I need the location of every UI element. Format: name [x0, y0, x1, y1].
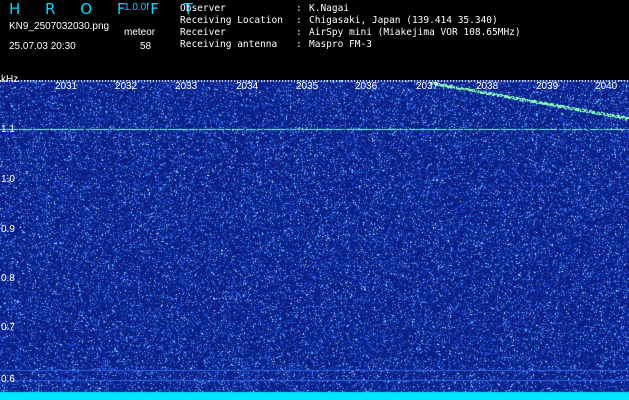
x-tick: 2039: [536, 81, 559, 92]
x-tick: 2036: [355, 81, 378, 92]
separator: :: [296, 15, 302, 26]
app-logo: H R O F F T: [9, 0, 203, 18]
x-tick: 2031: [55, 81, 78, 92]
x-tick: 2033: [175, 81, 198, 92]
y-tick: 1.1: [1, 124, 15, 135]
axis-unit-label: kHz: [1, 74, 19, 85]
receiver-row: Receiver : AirSpy mini (Miakejima VOR 10…: [180, 27, 521, 39]
receiver-label: Receiver: [180, 27, 226, 38]
observation-info: Observer : K.Nagai Receiving Location : …: [180, 3, 521, 51]
app-version: 1.0.0f: [124, 2, 150, 13]
location-row: Receiving Location : Chigasaki, Japan (1…: [180, 15, 521, 27]
file-name: KN9_2507032030.png: [9, 21, 110, 32]
observer-label: Observer: [180, 3, 226, 14]
x-tick: 2037: [416, 81, 439, 92]
y-tick: 0.8: [1, 273, 15, 284]
y-tick: 0.9: [1, 224, 15, 235]
separator: :: [296, 39, 302, 50]
meteor-count: 58: [140, 41, 152, 52]
y-tick: 0.6: [1, 374, 15, 385]
header: H R O F F T 1.0.0f KN9_2507032030.png 25…: [0, 0, 629, 80]
location-value: Chigasaki, Japan (139.414 35.340): [309, 15, 498, 26]
x-tick: 2032: [115, 81, 138, 92]
meteor-label: meteor: [124, 27, 156, 38]
x-tick: 2038: [476, 81, 499, 92]
separator: :: [296, 3, 302, 14]
separator: :: [296, 27, 302, 38]
antenna-value: Maspro FM-3: [309, 39, 372, 50]
x-tick: 2034: [236, 81, 259, 92]
x-tick: 2035: [296, 81, 319, 92]
spectrogram-canvas: [0, 80, 629, 400]
location-label: Receiving Location: [180, 15, 283, 26]
spectrogram: [0, 80, 629, 400]
observer-row: Observer : K.Nagai: [180, 3, 521, 15]
x-tick: 2040: [595, 81, 618, 92]
y-tick: 0.7: [1, 322, 15, 333]
capture-datetime: 25.07.03 20:30: [9, 41, 76, 52]
antenna-row: Receiving antenna : Maspro FM-3: [180, 39, 521, 51]
y-tick: 1.0: [1, 174, 15, 185]
receiver-value: AirSpy mini (Miakejima VOR 108.65MHz): [309, 27, 521, 38]
antenna-label: Receiving antenna: [180, 39, 278, 50]
observer-value: K.Nagai: [309, 3, 350, 14]
